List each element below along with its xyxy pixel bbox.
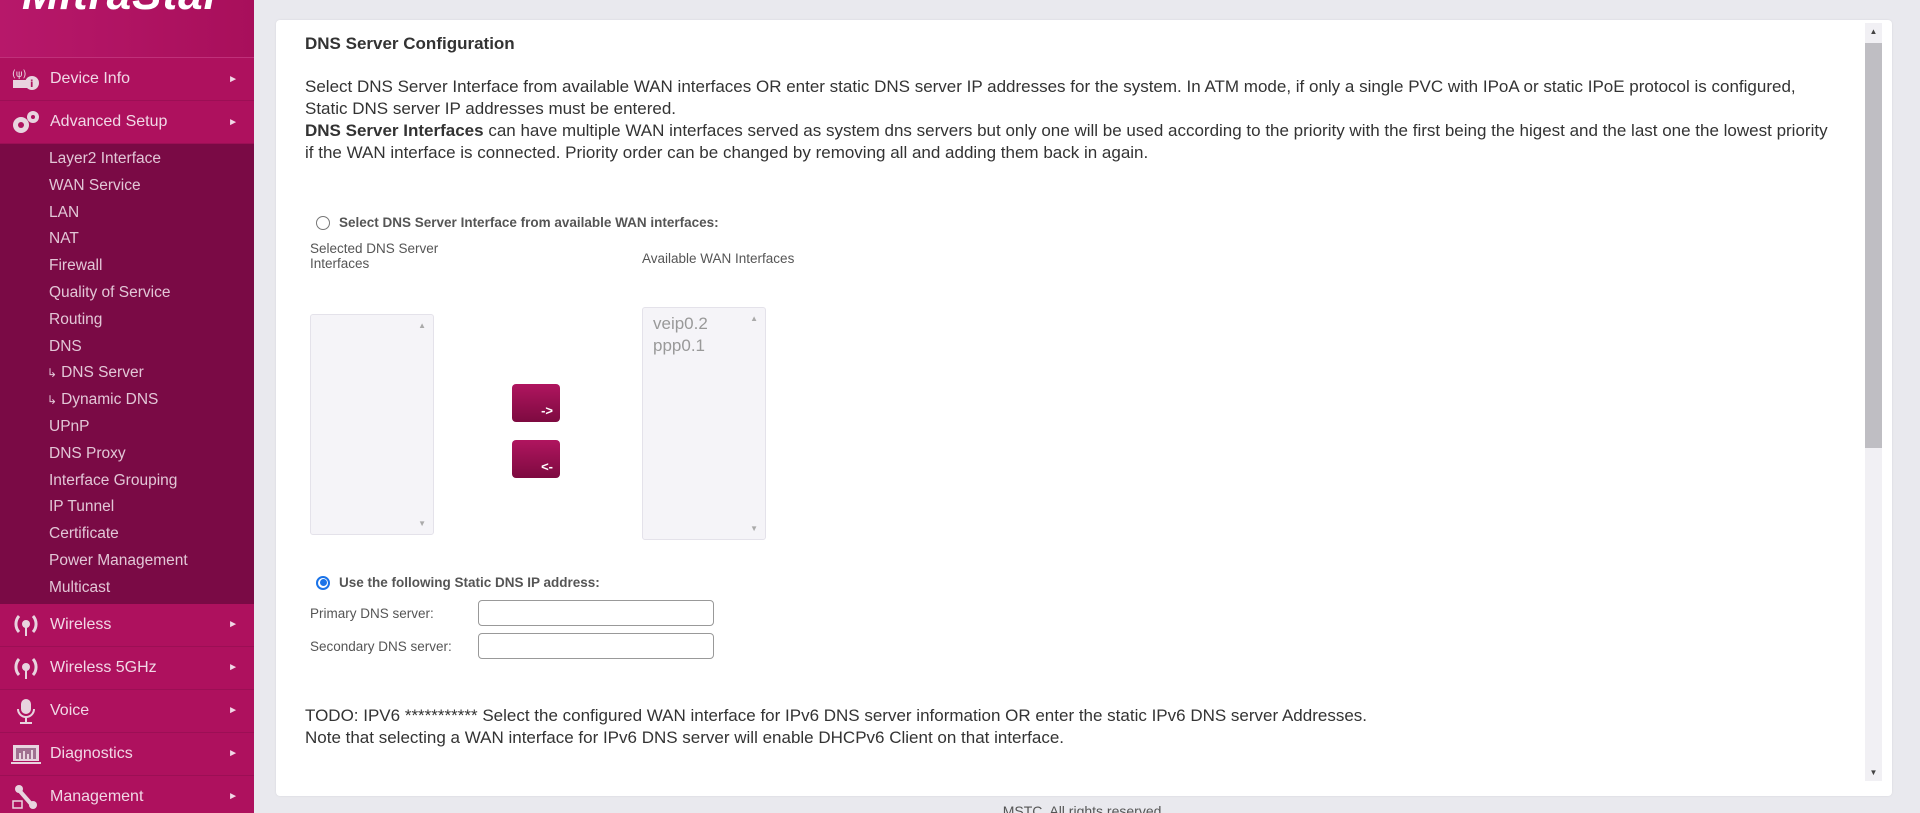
content-area: DNS Server Configuration Select DNS Serv… [276, 20, 1866, 796]
diagnostics-icon [10, 740, 42, 768]
secondary-dns-input[interactable] [478, 633, 714, 659]
scroll-down-icon[interactable]: ▼ [418, 519, 426, 528]
nav-device-info[interactable]: (ψ) i Device Info ► [0, 58, 254, 101]
sub-arrow-icon: ↳ [47, 393, 58, 408]
submenu-label: Dynamic DNS [61, 391, 159, 409]
radio-wan-label: Select DNS Server Interface from availab… [339, 215, 719, 230]
radio-static-label: Use the following Static DNS IP address: [339, 575, 600, 590]
add-interface-button[interactable]: -> [512, 384, 560, 422]
submenu-certificate[interactable]: Certificate [0, 521, 254, 548]
chevron-right-icon: ► [228, 748, 238, 760]
submenu-routing[interactable]: Routing [0, 307, 254, 334]
gears-icon [10, 108, 42, 136]
available-interfaces-listbox[interactable]: veip0.2 ppp0.1 ▲ ▼ [642, 307, 766, 540]
secondary-dns-row: Secondary DNS server: [310, 633, 714, 659]
radio-row-wan[interactable]: Select DNS Server Interface from availab… [316, 215, 719, 230]
ipv6-text-2: Note that selecting a WAN interface for … [305, 728, 1065, 747]
page-scrollbar[interactable]: ▲ ▼ [1865, 23, 1882, 781]
description-bold: DNS Server Interfaces [305, 121, 484, 140]
submenu-dns-proxy[interactable]: DNS Proxy [0, 441, 254, 468]
sidebar: MitraStar (ψ) i Device Info ► Advanced Se… [0, 0, 254, 813]
available-interfaces-label: Available WAN Interfaces [642, 251, 795, 266]
submenu-interface-grouping[interactable]: Interface Grouping [0, 468, 254, 495]
submenu-ip-tunnel[interactable]: IP Tunnel [0, 494, 254, 521]
ipv6-text-1: TODO: IPV6 *********** Select the config… [305, 706, 1367, 725]
interface-option[interactable]: veip0.2 [653, 313, 765, 335]
chevron-right-icon: ► [228, 791, 238, 803]
submenu-upnp[interactable]: UPnP [0, 414, 254, 441]
description-rest: can have multiple WAN interfaces served … [305, 121, 1828, 162]
submenu-layer2-interface[interactable]: Layer2 Interface [0, 146, 254, 173]
submenu-dynamic-dns[interactable]: ↳ Dynamic DNS [0, 387, 254, 414]
sub-arrow-icon: ↳ [47, 366, 58, 381]
page-title: DNS Server Configuration [305, 34, 515, 53]
submenu-dns-server[interactable]: ↳ DNS Server [0, 360, 254, 387]
chevron-right-icon: ► [228, 73, 238, 85]
radio-static-dns[interactable] [316, 575, 330, 590]
wireless-icon [10, 611, 42, 639]
nav-management[interactable]: Management ► [0, 775, 254, 813]
description-text-2: DNS Server Interfaces can have multiple … [305, 120, 1838, 164]
secondary-dns-label: Secondary DNS server: [310, 638, 452, 654]
microphone-icon [10, 697, 42, 725]
footer-copyright: MSTC. All rights reserved. [1002, 803, 1166, 813]
primary-dns-input[interactable] [478, 600, 714, 626]
scroll-up-icon[interactable]: ▲ [1865, 23, 1882, 40]
chevron-right-icon: ► [228, 705, 238, 717]
ipv6-description: TODO: IPV6 *********** Select the config… [305, 705, 1367, 749]
submenu-wan-service[interactable]: WAN Service [0, 173, 254, 200]
primary-dns-label: Primary DNS server: [310, 605, 434, 621]
submenu-nat[interactable]: NAT [0, 226, 254, 253]
selected-interfaces-label: Selected DNS Server Interfaces [310, 241, 439, 271]
scroll-down-icon[interactable]: ▼ [1865, 764, 1882, 781]
logo-area: MitraStar [0, 0, 254, 58]
svg-text:(ψ): (ψ) [12, 69, 26, 80]
remove-interface-button[interactable]: <- [512, 440, 560, 478]
radio-wan-interface[interactable] [316, 215, 330, 230]
nav-label: Wireless 5GHz [50, 658, 157, 676]
scroll-down-icon[interactable]: ▼ [750, 524, 758, 533]
nav-label: Diagnostics [50, 744, 133, 762]
submenu-lan[interactable]: LAN [0, 200, 254, 227]
description: Select DNS Server Interface from availab… [305, 76, 1838, 164]
primary-dns-row: Primary DNS server: [310, 600, 714, 626]
nav-label: Advanced Setup [50, 113, 168, 130]
nav-label: Management [50, 787, 144, 805]
radio-row-static[interactable]: Use the following Static DNS IP address: [316, 575, 600, 590]
description-text-1: Select DNS Server Interface from availab… [305, 77, 1796, 118]
submenu-label: DNS Server [61, 364, 144, 382]
nav-label: Wireless [50, 615, 112, 633]
selected-interfaces-listbox[interactable]: ▲ ▼ [310, 314, 434, 535]
nav-voice[interactable]: Voice ► [0, 689, 254, 733]
advanced-setup-submenu: Layer2 Interface WAN Service LAN NAT Fir… [0, 144, 254, 604]
scroll-up-icon[interactable]: ▲ [418, 321, 426, 330]
scrollbar-thumb[interactable] [1865, 43, 1882, 448]
submenu-firewall[interactable]: Firewall [0, 253, 254, 280]
brand-logo: MitraStar [22, 0, 222, 20]
submenu-power-management[interactable]: Power Management [0, 548, 254, 575]
nav-advanced-setup[interactable]: Advanced Setup ► [0, 101, 254, 144]
nav-wireless[interactable]: Wireless ► [0, 603, 254, 647]
device-info-icon: (ψ) i [10, 65, 42, 93]
submenu-multicast[interactable]: Multicast [0, 575, 254, 602]
interface-option[interactable]: ppp0.1 [653, 335, 765, 357]
scroll-up-icon[interactable]: ▲ [750, 314, 758, 323]
submenu-dns[interactable]: DNS [0, 334, 254, 361]
chevron-right-icon: ► [228, 662, 238, 674]
wrench-icon [10, 783, 42, 811]
chevron-right-icon: ► [228, 116, 238, 128]
chevron-right-icon: ► [228, 619, 238, 631]
main-panel: DNS Server Configuration Select DNS Serv… [276, 20, 1892, 796]
nav-label: Device Info [50, 70, 131, 87]
svg-text:i: i [30, 79, 33, 90]
submenu-quality-of-service[interactable]: Quality of Service [0, 280, 254, 307]
wireless-icon [10, 654, 42, 682]
nav-diagnostics[interactable]: Diagnostics ► [0, 732, 254, 776]
nav-label: Voice [50, 701, 90, 719]
nav-wireless-5ghz[interactable]: Wireless 5GHz ► [0, 646, 254, 690]
